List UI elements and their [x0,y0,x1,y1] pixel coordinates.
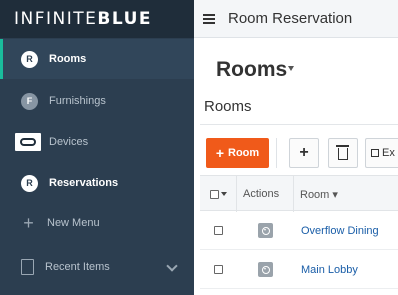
divider [200,124,398,125]
delete-button[interactable] [328,138,358,168]
room-link[interactable]: Main Lobby [294,250,398,289]
plus-icon: + [23,212,34,233]
sidebar-item-label: Rooms [49,53,87,65]
page-title: Rooms [216,58,288,81]
brand-text-light: INFINITE [14,9,98,29]
furnishings-badge-icon: F [21,92,38,110]
sidebar: INFINITEBLUE R Rooms F Furnishings Devic… [0,0,194,295]
column-header-room[interactable]: Room ▾ [294,176,398,212]
add-room-label: Room [228,147,260,159]
table-row: Main Lobby [200,250,398,289]
document-icon [21,259,34,275]
external-link-icon [371,149,379,157]
caret-down-icon[interactable] [288,66,294,71]
table-row: Overflow Dining [200,211,398,250]
sidebar-item-new-menu[interactable]: + New Menu [0,203,194,243]
row-checkbox[interactable] [214,226,223,235]
toolbar-separator [276,138,277,168]
devices-icon [15,133,41,151]
sidebar-item-label: Devices [49,136,89,148]
top-bar: Room Reservation [194,0,398,38]
row-checkbox[interactable] [214,265,223,274]
menu-icon[interactable] [203,13,215,24]
sidebar-item-devices[interactable]: Devices [0,122,194,162]
chevron-down-icon[interactable] [166,260,178,272]
caret-down-icon[interactable] [220,192,227,196]
table-header: Actions Room ▾ [200,175,398,212]
plus-icon: + [215,145,224,161]
row-actions-icon[interactable] [258,223,273,238]
add-button[interactable]: + [289,138,319,168]
export-button[interactable]: Ex [365,138,398,168]
brand-logo[interactable]: INFINITEBLUE [0,0,194,38]
sidebar-item-label: Furnishings [49,95,106,107]
brand-text-bold: BLUE [97,9,152,29]
select-all-checkbox[interactable] [209,189,219,199]
room-link[interactable]: Overflow Dining [294,211,398,250]
sidebar-item-recent-items[interactable]: Recent Items [0,247,194,287]
sidebar-item-label: Recent Items [45,261,110,273]
select-all-header[interactable] [200,176,237,212]
sidebar-item-label: Reservations [49,177,119,189]
sidebar-item-label: New Menu [47,217,100,229]
sidebar-item-reservations[interactable]: R Reservations [0,163,194,203]
row-actions-icon[interactable] [258,262,273,277]
trash-icon [336,145,349,160]
sidebar-item-rooms[interactable]: R Rooms [0,39,194,79]
column-header-actions: Actions [237,176,294,212]
add-room-button[interactable]: + Room [206,138,269,168]
reservations-badge-icon: R [21,174,38,192]
rooms-badge-icon: R [21,50,38,68]
app-title: Room Reservation [228,10,353,27]
main-content: Rooms Rooms + Room + Ex Actions Room ▾ O… [194,39,398,295]
section-title: Rooms [204,98,252,115]
sidebar-item-furnishings[interactable]: F Furnishings [0,81,194,121]
export-label: Ex [382,147,395,159]
